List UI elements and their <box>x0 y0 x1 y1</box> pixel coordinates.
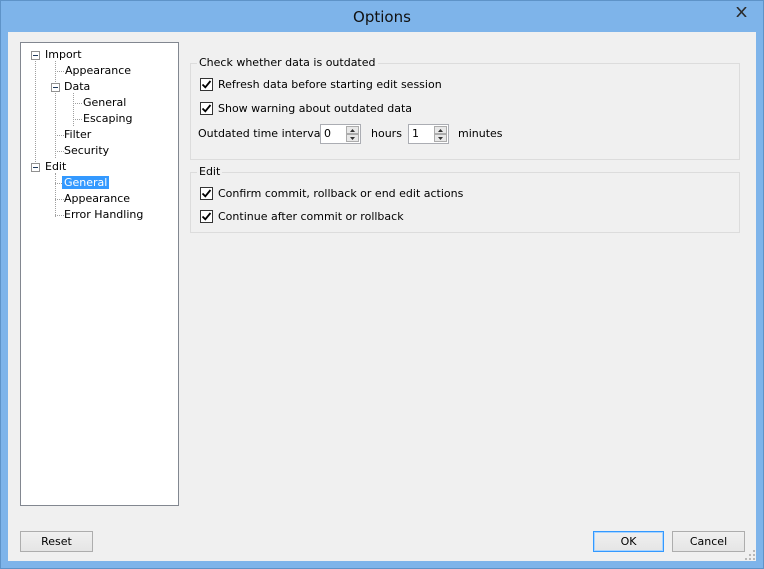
continue-after-commit-label: Continue after commit or rollback <box>218 210 404 223</box>
tree-item-data-general[interactable]: General <box>81 95 128 111</box>
interval-label: Outdated time interval: <box>198 127 328 140</box>
confirm-commit-checkbox[interactable] <box>200 187 213 200</box>
checkmark-icon <box>201 104 212 113</box>
show-warning-checkbox[interactable] <box>200 102 213 115</box>
title-bar[interactable]: Options <box>1 1 763 33</box>
close-icon <box>735 7 747 17</box>
tree-item-label: Appearance <box>65 64 132 77</box>
tree-item-edit-appearance[interactable]: Appearance <box>62 191 132 207</box>
tree-item-edit-error-handling[interactable]: Error Handling <box>62 207 145 223</box>
refresh-data-label: Refresh data before starting edit sessio… <box>218 78 442 91</box>
confirm-commit-label: Confirm commit, rollback or end edit act… <box>218 187 464 200</box>
minutes-label: minutes <box>458 127 503 140</box>
tree-line <box>55 61 56 158</box>
tree-line <box>35 61 36 168</box>
tree-item-label: General <box>62 176 110 189</box>
checkmark-icon <box>201 212 212 221</box>
collapse-import-toggle[interactable] <box>31 51 40 60</box>
tree-item-label: Escaping <box>83 112 133 125</box>
close-button[interactable] <box>726 2 756 22</box>
tree-item-label: Appearance <box>64 192 131 205</box>
refresh-data-checkbox-row[interactable]: Refresh data before starting edit sessio… <box>200 78 442 91</box>
tree-item-label: General <box>83 96 127 109</box>
reset-button[interactable]: Reset <box>20 531 93 552</box>
tree-item-data[interactable]: Data <box>62 79 92 95</box>
hours-down-button[interactable] <box>346 134 359 142</box>
arrow-up-icon <box>438 128 443 132</box>
collapse-data-toggle[interactable] <box>51 83 60 92</box>
edit-group: Edit Confirm commit, rollback or end edi… <box>190 165 740 233</box>
options-window: Options Import Appearance Data General E… <box>0 0 764 569</box>
refresh-data-checkbox[interactable] <box>200 78 213 91</box>
cancel-button[interactable]: Cancel <box>672 531 745 552</box>
outdated-data-group: Check whether data is outdated Refresh d… <box>190 56 740 160</box>
tree-item-import-appearance[interactable]: Appearance <box>63 63 133 79</box>
tree-item-label: Filter <box>64 128 92 141</box>
checkmark-icon <box>201 80 212 89</box>
window-title: Options <box>353 8 411 26</box>
arrow-down-icon <box>438 136 443 140</box>
ok-button[interactable]: OK <box>593 531 664 552</box>
arrow-down-icon <box>350 136 355 140</box>
tree-item-data-escaping[interactable]: Escaping <box>81 111 134 127</box>
show-warning-label: Show warning about outdated data <box>218 102 413 115</box>
resize-grip-icon[interactable] <box>745 550 755 560</box>
tree-item-edit-general[interactable]: General <box>62 175 110 191</box>
minutes-down-button[interactable] <box>434 134 447 142</box>
arrow-up-icon <box>350 128 355 132</box>
tree-item-edit[interactable]: Edit <box>43 159 68 175</box>
hours-spinner[interactable]: 0 <box>320 124 361 144</box>
minutes-up-button[interactable] <box>434 126 447 134</box>
tree-item-label: Security <box>64 144 110 157</box>
collapse-edit-toggle[interactable] <box>31 163 40 172</box>
tree-line <box>55 173 56 217</box>
tree-line <box>73 93 74 126</box>
confirm-commit-checkbox-row[interactable]: Confirm commit, rollback or end edit act… <box>200 187 463 200</box>
tree-item-import[interactable]: Import <box>43 47 84 63</box>
dialog-client: Import Appearance Data General Escaping … <box>8 32 756 561</box>
tree-item-label: Edit <box>45 160 67 173</box>
show-warning-checkbox-row[interactable]: Show warning about outdated data <box>200 102 412 115</box>
group-title: Check whether data is outdated <box>197 56 378 70</box>
group-title: Edit <box>197 165 223 179</box>
hours-up-button[interactable] <box>346 126 359 134</box>
continue-after-commit-checkbox[interactable] <box>200 210 213 223</box>
tree-item-security[interactable]: Security <box>62 143 111 159</box>
hours-value: 0 <box>324 127 331 140</box>
minutes-spinner[interactable]: 1 <box>408 124 449 144</box>
tree-item-label: Data <box>64 80 91 93</box>
tree-item-filter[interactable]: Filter <box>62 127 93 143</box>
checkmark-icon <box>201 189 212 198</box>
tree-item-label: Error Handling <box>64 208 144 221</box>
hours-label: hours <box>371 127 402 140</box>
continue-after-commit-checkbox-row[interactable]: Continue after commit or rollback <box>200 210 404 223</box>
minutes-value: 1 <box>412 127 419 140</box>
options-tree[interactable]: Import Appearance Data General Escaping … <box>20 42 179 506</box>
tree-item-label: Import <box>45 48 82 61</box>
